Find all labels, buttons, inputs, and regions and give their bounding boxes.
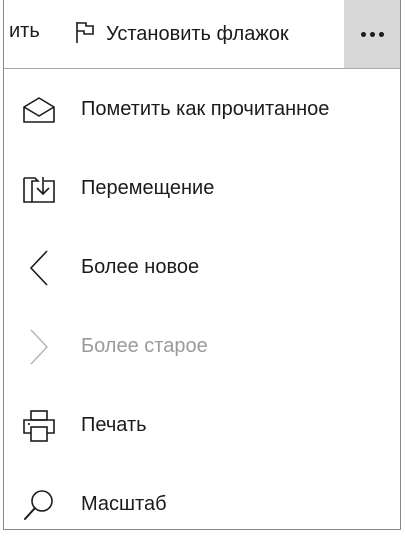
more-dots-icon	[360, 31, 384, 37]
set-flag-label: Установить флажок	[106, 22, 289, 45]
flag-icon	[74, 20, 96, 49]
chevron-left-icon	[21, 249, 57, 286]
chevron-right-icon	[21, 328, 57, 365]
menu-item-label: Масштаб	[81, 493, 167, 515]
menu-item-mark-read[interactable]: Пометить как прочитанное	[4, 70, 400, 149]
open-envelope-icon	[21, 92, 57, 128]
menu-item-older[interactable]: Более старое	[4, 307, 400, 386]
menu-item-label: Пометить как прочитанное	[81, 98, 330, 120]
menu-item-label: Более старое	[81, 335, 208, 357]
set-flag-button[interactable]: Установить флажок	[74, 0, 289, 68]
toolbar: ить Установить флажок	[4, 0, 400, 69]
menu-item-label: Печать	[81, 414, 147, 436]
printer-icon	[21, 408, 57, 444]
overflow-menu: Пометить как прочитанное Перемещение Бол…	[4, 70, 400, 544]
window-frame: ить Установить флажок Пометить как прочи…	[3, 0, 401, 530]
menu-item-label: Перемещение	[81, 177, 215, 199]
magnifier-icon	[21, 487, 57, 523]
menu-item-newer[interactable]: Более новое	[4, 228, 400, 307]
more-options-button[interactable]	[344, 0, 400, 68]
move-to-folder-icon	[21, 171, 57, 207]
menu-item-label: Более новое	[81, 256, 200, 278]
menu-item-print[interactable]: Печать	[4, 386, 400, 465]
toolbar-partial-label[interactable]: ить	[9, 20, 40, 43]
menu-item-move[interactable]: Перемещение	[4, 149, 400, 228]
menu-item-zoom[interactable]: Масштаб	[4, 465, 400, 544]
